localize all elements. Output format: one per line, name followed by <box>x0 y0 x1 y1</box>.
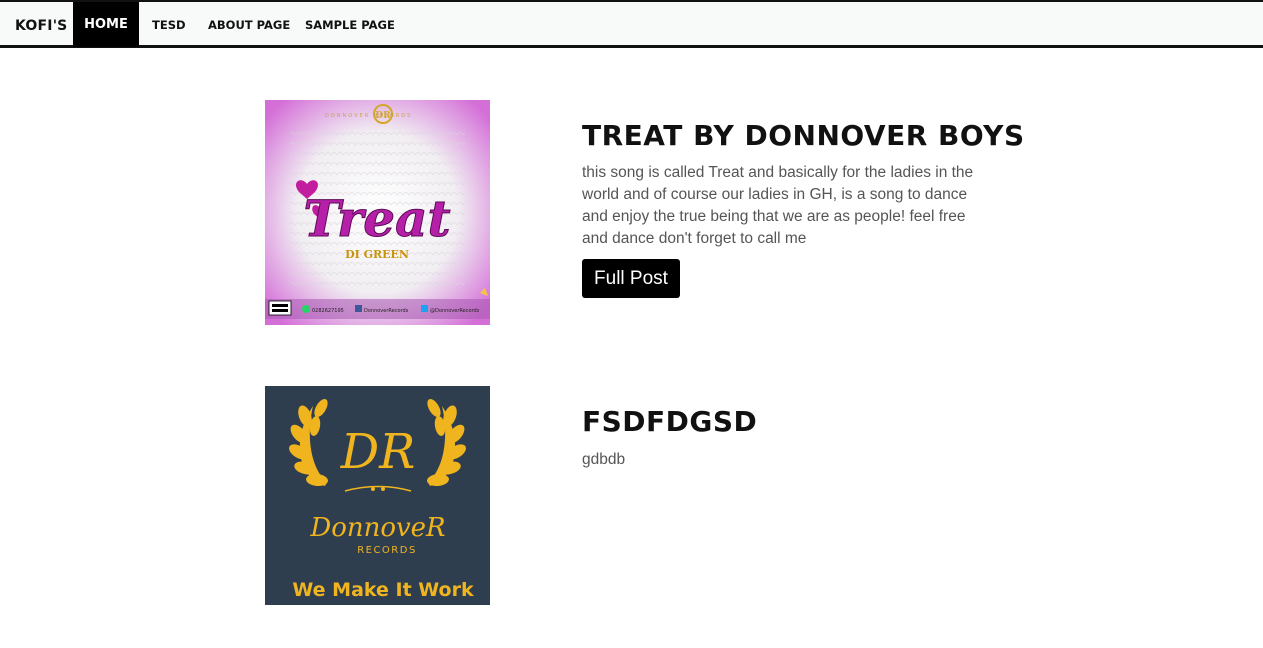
post-thumbnail-treat[interactable]: DR DONNOVER RECORDS Treat DI GREEN 02826… <box>265 100 490 325</box>
cover-phone-text: 0282627195 <box>312 308 344 314</box>
post-title[interactable]: FSDFDGSD <box>582 405 757 438</box>
logo-brand-text: DonnoveR <box>309 513 445 543</box>
post-thumbnail-fsdfdgsd[interactable]: DR DonnoveR RECORDS We Make It Work <box>265 386 490 611</box>
logo-records-text: RECORDS <box>357 545 417 556</box>
site-brand[interactable]: KOFI'S <box>15 18 67 34</box>
cover-facebook-text: DonnoverRecords <box>364 308 409 314</box>
post-excerpt: this song is called Treat and basically … <box>582 164 974 247</box>
nav-item-home[interactable]: HOME <box>73 2 139 47</box>
full-post-button[interactable]: Full Post <box>582 259 680 298</box>
top-navbar: KOFI'S HOME TESD ABOUT PAGE SAMPLE PAGE <box>0 0 1263 48</box>
post-title[interactable]: TREAT BY DONNOVER BOYS <box>582 119 1025 152</box>
nav-item-tesd[interactable]: TESD <box>152 2 186 47</box>
logo-monogram: DR <box>340 424 416 480</box>
treat-cover-art: DR DONNOVER RECORDS Treat DI GREEN 02826… <box>265 100 490 325</box>
nav-item-sample-page[interactable]: SAMPLE PAGE <box>305 2 395 47</box>
logo-slogan-text: We Make It Work <box>292 579 474 601</box>
donnover-records-logo-art: DR DonnoveR RECORDS We Make It Work <box>265 386 490 605</box>
cover-header-text: DONNOVER RECORDS <box>325 113 412 119</box>
post-excerpt: gdbdb <box>582 451 626 468</box>
cover-subtitle-text: DI GREEN <box>345 248 409 261</box>
nav-item-about-page[interactable]: ABOUT PAGE <box>208 2 290 47</box>
cover-twitter-text: @DonnoverRecords <box>430 308 480 314</box>
cover-title-text: Treat <box>303 189 450 248</box>
